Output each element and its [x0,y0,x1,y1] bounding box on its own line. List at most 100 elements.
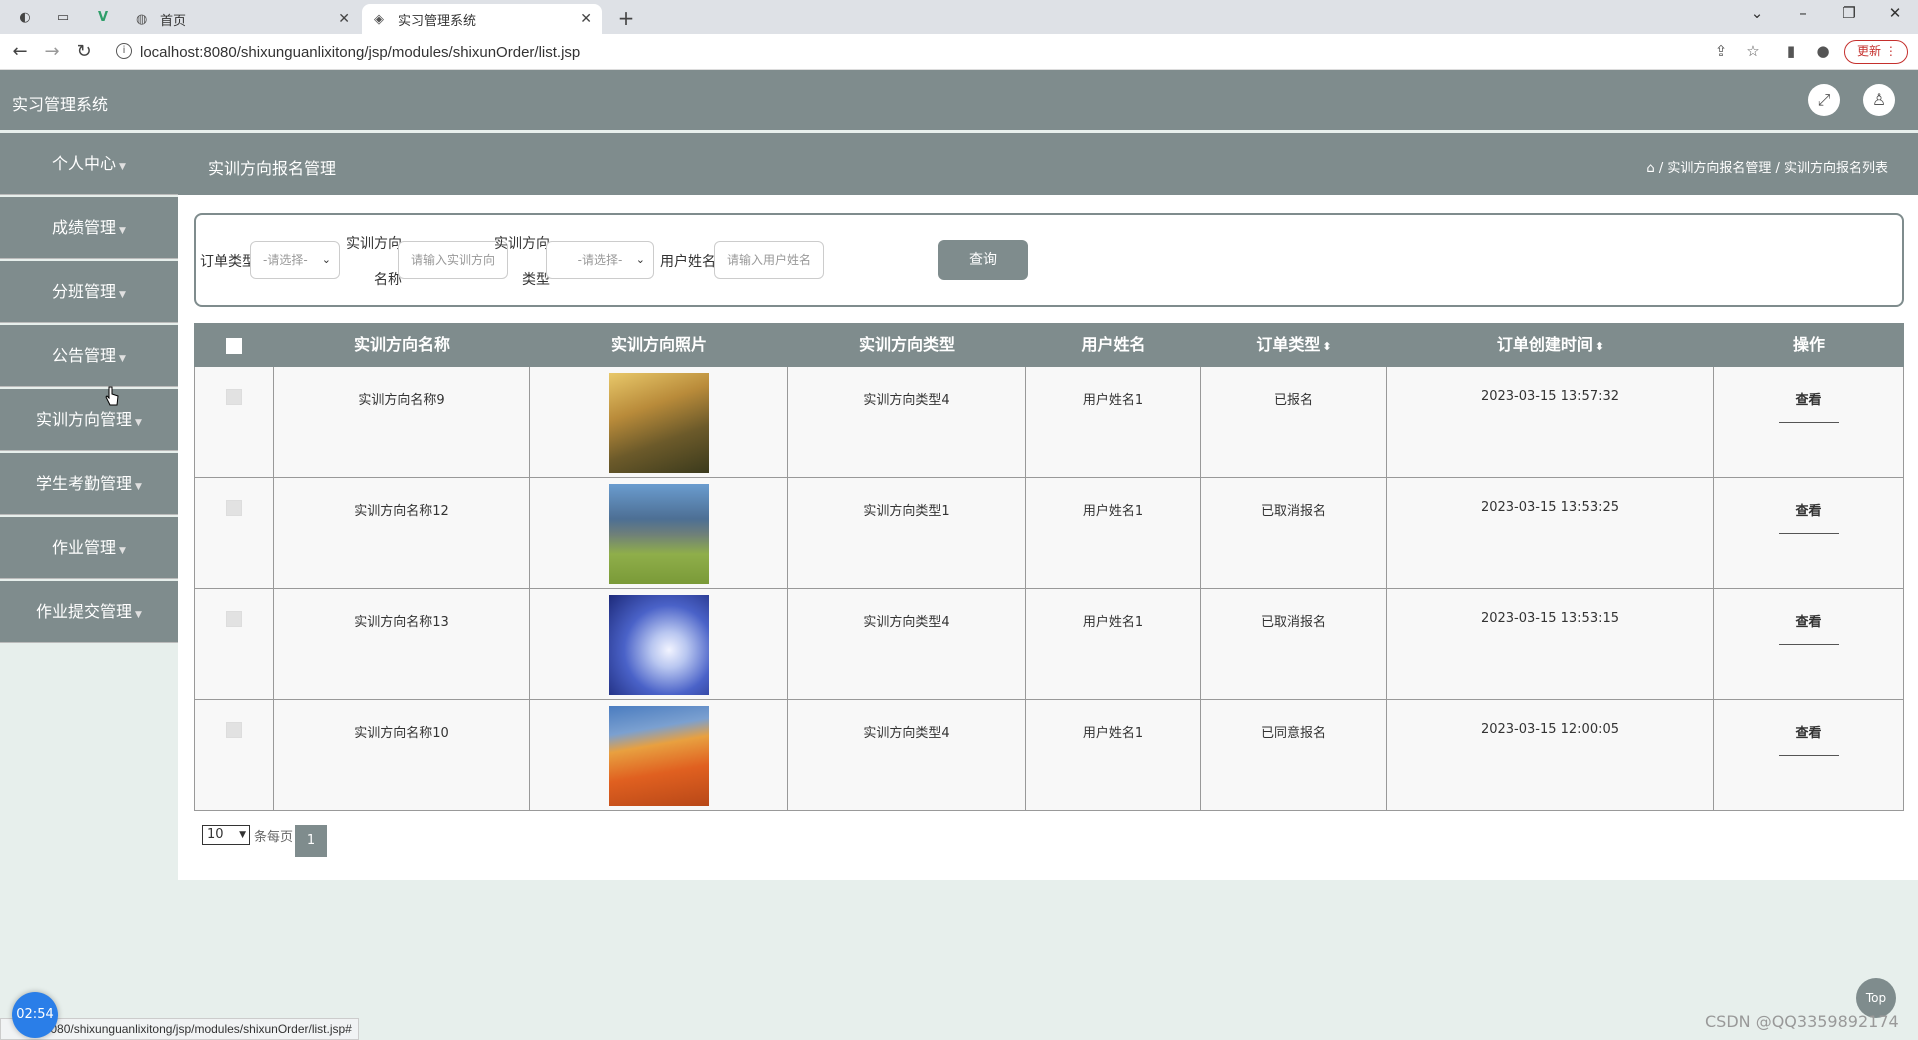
close-icon[interactable]: ✕ [580,11,592,27]
column-header-sortable[interactable]: 订单创建时间 ⬍ [1387,323,1714,367]
view-button[interactable]: 查看 [1778,722,1839,756]
training-type-label: 实训方向 [494,236,550,252]
tab-app[interactable]: ◈ 实习管理系统 ✕ [362,4,602,34]
tab-home[interactable]: ◍ 首页 ✕ [124,4,360,34]
url-field[interactable]: localhost:8080/shixunguanlixitong/jsp/mo… [140,44,580,61]
caret-down-icon: ▼ [119,546,126,556]
shield-icon: ◈ [374,11,384,27]
created-time-cell: 2023-03-15 13:57:32 [1387,367,1714,477]
breadcrumb: ⌂ / 实训方向报名管理 / 实训方向报名列表 [1646,161,1888,176]
main-content: 订单类型 -请选择- ⌄ 实训方向 名称 请输入实训方向 实训方向 类型 -请选择… [178,195,1918,880]
update-button[interactable]: 更新 ⋮ [1844,40,1908,64]
chevron-down-icon: ▼ [239,830,246,840]
sidepanel-icon[interactable]: ▮ [1780,42,1802,60]
training-photo-cell [530,478,788,588]
column-header: 用户姓名 [1081,335,1146,354]
order-status-cell: 已同意报名 [1201,700,1387,810]
pagination: 10 ▼ 条每页 1 [202,813,328,857]
sidebar-item-announcements[interactable]: 公告管理 ▼ [0,325,178,387]
user-avatar-icon[interactable]: ♙ [1863,84,1895,116]
caret-down-icon: ▼ [135,482,142,492]
sidebar-item-homework[interactable]: 作业管理 ▼ [0,517,178,579]
action-cell: 查看 [1714,589,1904,699]
view-button[interactable]: 查看 [1778,500,1839,534]
pinned-tab-icon[interactable]: ▭ [52,6,74,28]
app-header: 实习管理系统 ⤢ ♙ [0,70,1918,130]
page-number-current[interactable]: 1 [295,825,328,857]
row-checkbox[interactable] [194,700,274,810]
profile-icon[interactable]: ● [1812,42,1834,60]
sidebar: 个人中心 ▼ 成绩管理 ▼ 分班管理 ▼ 公告管理 ▼ 实训方向管理 ▼ 学生考勤管理 ▼ … [0,133,178,645]
chevron-down-icon: ⌄ [321,253,331,266]
sort-icon: ⬍ [1322,340,1332,353]
sidebar-item-grades[interactable]: 成绩管理 ▼ [0,197,178,259]
close-icon[interactable]: ✕ [338,11,350,27]
fullscreen-icon[interactable]: ⤢ [1808,84,1840,116]
sort-icon: ⬍ [1594,340,1605,353]
column-header: 实训方向照片 [610,335,707,354]
row-checkbox[interactable] [194,367,274,477]
query-button[interactable]: 查询 [938,240,1028,280]
landscape-photo [608,373,709,473]
caret-down-icon: ▼ [119,226,126,236]
browser-address-bar: ← → ↻ i localhost:8080/shixunguanlixiton… [0,34,1918,70]
new-tab-button[interactable]: + [612,4,640,32]
user-name-input[interactable]: 请输入用户姓名 [714,241,824,279]
user-name-label: 用户姓名 [660,254,716,270]
training-name-cell: 实训方向名称12 [274,478,530,588]
orders-table: 实训方向名称 实训方向照片 实训方向类型 用户姓名 订单类型 ⬍ 订单创建时间 ⬍ … [194,323,1904,811]
page-header: 实训方向报名管理 ⌂ / 实训方向报名管理 / 实训方向报名列表 [178,133,1918,195]
sidebar-item-training-direction[interactable]: 实训方向管理 ▼ [0,389,178,451]
pinned-tab-icon[interactable]: ◐ [14,6,36,28]
page-title: 实训方向报名管理 [208,159,337,178]
training-name-input[interactable]: 请输入实训方向 [398,241,508,279]
order-status-cell: 已报名 [1201,367,1387,477]
column-header-sortable[interactable]: 订单类型 ⬍ [1201,323,1387,367]
share-icon[interactable]: ⇪ [1710,42,1732,60]
caret-down-icon: ▼ [119,354,126,364]
info-icon[interactable]: i [116,43,132,59]
bookmark-star-icon[interactable]: ☆ [1742,42,1764,60]
training-photo-cell [530,589,788,699]
training-name-label: 实训方向 [346,236,402,252]
forward-icon[interactable]: → [40,40,64,64]
order-type-select[interactable]: -请选择- ⌄ [250,241,340,279]
tab-search-icon[interactable]: ⌄ [1742,4,1772,22]
caret-down-icon: ▼ [119,162,126,172]
close-window-icon[interactable]: ✕ [1880,4,1910,22]
minimize-icon[interactable]: – [1788,4,1818,22]
created-time-cell: 2023-03-15 13:53:25 [1387,478,1714,588]
caret-down-icon: ▼ [135,418,142,428]
page-size-select[interactable]: 10 ▼ [202,825,250,845]
select-all-checkbox[interactable] [194,323,274,367]
table-row: 实训方向名称10 实训方向类型4 用户姓名1 已同意报名 2023-03-15 … [194,700,1904,811]
browser-tab-bar: ◐ ▭ V ◍ 首页 ✕ ◈ 实习管理系统 ✕ + ⌄ – ❐ ✕ [0,0,1918,34]
training-name-cell: 实训方向名称13 [274,589,530,699]
sidebar-item-attendance[interactable]: 学生考勤管理 ▼ [0,453,178,515]
action-cell: 查看 [1714,478,1904,588]
row-checkbox[interactable] [194,589,274,699]
recording-timer: 02:54 [12,992,58,1038]
row-checkbox[interactable] [194,478,274,588]
training-type-select[interactable]: -请选择- ⌄ [546,241,654,279]
chevron-down-icon: ⌄ [635,253,645,266]
view-button[interactable]: 查看 [1778,389,1839,423]
home-icon[interactable]: ⌂ [1646,161,1654,176]
training-type-cell: 实训方向类型4 [788,589,1026,699]
column-header: 操作 [1792,335,1825,354]
sidebar-item-class-division[interactable]: 分班管理 ▼ [0,261,178,323]
view-button[interactable]: 查看 [1778,611,1839,645]
action-cell: 查看 [1714,700,1904,810]
vue-tab-icon[interactable]: V [92,6,114,28]
training-photo-cell [530,700,788,810]
back-icon[interactable]: ← [8,40,32,64]
sidebar-item-homework-submission[interactable]: 作业提交管理 ▼ [0,581,178,643]
created-time-cell: 2023-03-15 13:53:15 [1387,589,1714,699]
mountain-photo [608,484,709,584]
column-header: 实训方向类型 [858,335,955,354]
caret-down-icon: ▼ [119,290,126,300]
globe-icon: ◍ [136,11,148,27]
sidebar-item-personal-center[interactable]: 个人中心 ▼ [0,133,178,195]
restore-icon[interactable]: ❐ [1834,4,1864,22]
reload-icon[interactable]: ↻ [72,40,96,64]
